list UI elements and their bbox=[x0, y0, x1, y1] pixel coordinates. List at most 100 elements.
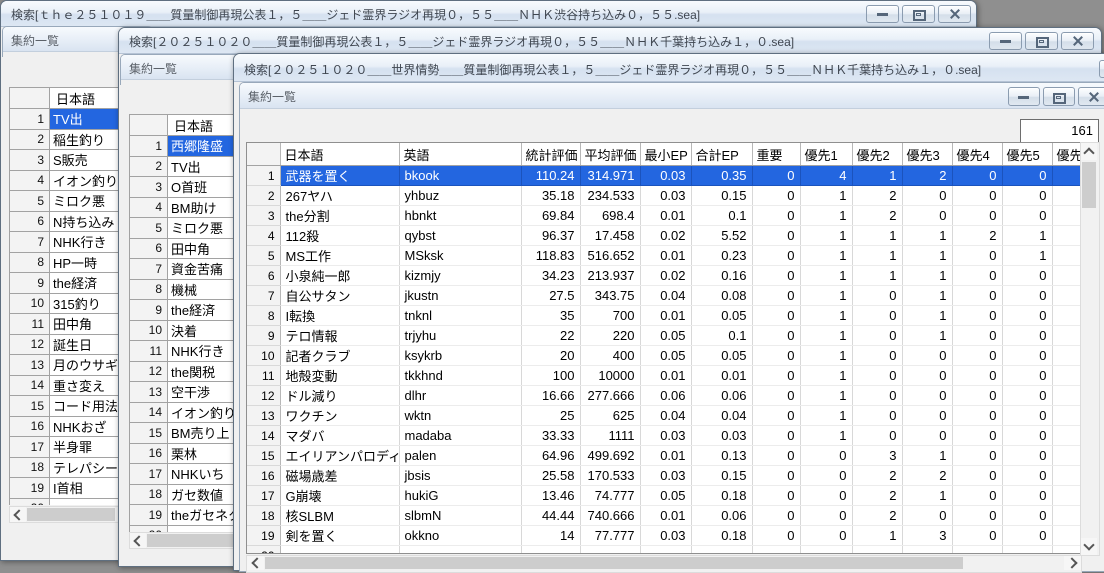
table-row[interactable]: 10記者クラブksykrb204000.050.05010000 bbox=[247, 346, 1082, 366]
scroll-down-arrow-icon[interactable] bbox=[1081, 538, 1097, 555]
scroll-left-arrow-icon[interactable] bbox=[130, 533, 146, 548]
list-item[interactable]: 4イオン釣り bbox=[10, 170, 135, 191]
list-item[interactable]: 8HP一時 bbox=[10, 252, 135, 273]
maximize-button[interactable] bbox=[902, 5, 935, 23]
list-item[interactable]: 13月のウサギ bbox=[10, 355, 135, 376]
scroll-left-arrow-icon[interactable] bbox=[10, 507, 26, 522]
minimize-button[interactable] bbox=[866, 5, 899, 23]
scroll-right-arrow-icon[interactable] bbox=[1064, 556, 1081, 570]
table-row[interactable]: 15エイリアンパロディpalen64.96499.6920.010.130031… bbox=[247, 446, 1082, 466]
list-item[interactable]: 10315釣り bbox=[10, 293, 135, 314]
table-row[interactable]: 1武器を置くbkook110.24314.9710.030.35041200 bbox=[247, 166, 1082, 186]
scroll-up-arrow-icon[interactable] bbox=[1081, 143, 1097, 160]
minimize-button[interactable] bbox=[989, 32, 1022, 50]
table-row[interactable]: 3the分割hbnkt69.84698.40.010.1012000 bbox=[247, 206, 1082, 226]
column-header[interactable]: 優先2 bbox=[852, 143, 902, 166]
table-row[interactable]: 4112殺qybst96.3717.4580.025.52011121 bbox=[247, 226, 1082, 246]
list-item[interactable]: 8機械 bbox=[130, 279, 248, 300]
table-row[interactable]: 2267ヤハyhbuz35.18234.5330.030.15012000 bbox=[247, 186, 1082, 206]
list-item[interactable]: 5ミロク悪 bbox=[130, 218, 248, 239]
window-1-titlebar[interactable]: 検索[ｔｈｅ２５１０１９＿＿質量制御再現公表１，５＿＿ジェド霊界ラジオ再現０，５… bbox=[1, 1, 976, 27]
scroll-left-arrow-icon[interactable] bbox=[247, 556, 264, 570]
scroll-thumb[interactable] bbox=[265, 557, 963, 569]
minimize-button[interactable] bbox=[1099, 60, 1104, 78]
list-2-hscrollbar[interactable] bbox=[129, 532, 249, 549]
window-3-titlebar[interactable]: 検索[２０２５１０２０＿＿世界情勢＿＿質量制御再現公表１，５＿＿ジェド霊界ラジオ… bbox=[234, 54, 1104, 82]
column-header[interactable]: 英語 bbox=[399, 143, 521, 166]
table-row[interactable]: 18核SLBMslbmN44.44740.6660.010.06002000 bbox=[247, 506, 1082, 526]
list-item[interactable]: 11NHK行き bbox=[130, 341, 248, 362]
list-item[interactable]: 2稲生釣り bbox=[10, 129, 135, 150]
list-item[interactable]: 6N持ち込み bbox=[10, 211, 135, 232]
list-item[interactable]: 11田中角 bbox=[10, 314, 135, 335]
column-header[interactable]: 優先 bbox=[1052, 143, 1082, 166]
table-row[interactable]: 19剣を置くokkno1477.7770.030.18001300 bbox=[247, 526, 1082, 546]
table-row[interactable]: 5MS工作MSksk118.83516.6520.010.23011101 bbox=[247, 246, 1082, 266]
scroll-thumb[interactable] bbox=[147, 534, 233, 547]
maximize-button[interactable] bbox=[1043, 87, 1075, 106]
table-row[interactable]: 12ドル減りdlhr16.66277.6660.060.06010000 bbox=[247, 386, 1082, 406]
close-button[interactable] bbox=[1078, 87, 1104, 106]
column-header[interactable]: 重要 bbox=[752, 143, 800, 166]
column-header[interactable]: 優先5 bbox=[1002, 143, 1052, 166]
table-row[interactable]: 6小泉純一郎kizmjy34.23213.9370.020.16011100 bbox=[247, 266, 1082, 286]
maximize-button[interactable] bbox=[1025, 32, 1058, 50]
table-row[interactable]: 7自公サタンjkustn27.5343.750.040.08010100 bbox=[247, 286, 1082, 306]
minimize-button[interactable] bbox=[1008, 87, 1040, 106]
column-header[interactable]: 日本語 bbox=[280, 143, 399, 166]
list-item[interactable]: 5ミロク悪 bbox=[10, 191, 135, 212]
list-item[interactable]: 20 bbox=[130, 525, 248, 532]
list-item[interactable]: 19theガセネタ bbox=[130, 505, 248, 526]
list-item[interactable]: 3S販売 bbox=[10, 150, 135, 171]
list-item[interactable]: 1TV出 bbox=[10, 109, 135, 130]
list-item[interactable]: 7NHK行き bbox=[10, 232, 135, 253]
table-row[interactable]: 9テロ情報trjyhu222200.050.1010100 bbox=[247, 326, 1082, 346]
list-item[interactable]: 6田中角 bbox=[130, 238, 248, 259]
column-header[interactable]: 優先1 bbox=[800, 143, 852, 166]
list-item[interactable]: 14イオン釣り bbox=[130, 402, 248, 423]
list-item[interactable]: 12the関税 bbox=[130, 361, 248, 382]
scroll-thumb[interactable] bbox=[1082, 162, 1096, 208]
close-button[interactable] bbox=[938, 5, 971, 23]
list-item[interactable]: 1西郷隆盛 bbox=[130, 136, 248, 157]
list-item[interactable]: 15コード用法 bbox=[10, 396, 135, 417]
table-row[interactable]: 8I転換tnknl357000.010.05010100 bbox=[247, 306, 1082, 326]
list-item[interactable]: 9the経済 bbox=[130, 300, 248, 321]
list-item[interactable]: 12誕生日 bbox=[10, 334, 135, 355]
list-item[interactable]: 7資金苦痛 bbox=[130, 259, 248, 280]
column-header[interactable]: 優先3 bbox=[902, 143, 952, 166]
window-2-titlebar[interactable]: 検索[２０２５１０２０＿＿質量制御再現公表１，５＿＿ジェド霊界ラジオ再現０，５５… bbox=[119, 28, 1101, 54]
list-item[interactable]: 17半身罪 bbox=[10, 437, 135, 458]
table-vscrollbar[interactable] bbox=[1080, 142, 1100, 556]
table-row[interactable]: 11地殻変動tkkhnd100100000.010.01010000 bbox=[247, 366, 1082, 386]
table-hscrollbar[interactable] bbox=[246, 555, 1082, 573]
column-header[interactable]: 優先4 bbox=[952, 143, 1002, 166]
list-item[interactable]: 2TV出 bbox=[130, 156, 248, 177]
list-item[interactable]: 10決着 bbox=[130, 320, 248, 341]
list-item[interactable]: 18ガセ数値 bbox=[130, 484, 248, 505]
list-item[interactable]: 16NHKおざ bbox=[10, 416, 135, 437]
scroll-thumb[interactable] bbox=[27, 508, 115, 521]
list-item[interactable]: 9the経済 bbox=[10, 273, 135, 294]
list-item[interactable]: 4BM助け bbox=[130, 197, 248, 218]
column-header[interactable]: 統計評価 bbox=[521, 143, 580, 166]
list-item[interactable]: 3O首班 bbox=[130, 177, 248, 198]
list-item[interactable]: 13空干渉 bbox=[130, 382, 248, 403]
table-row[interactable]: 20 bbox=[247, 546, 1082, 555]
list-item[interactable]: 14重さ変え bbox=[10, 375, 135, 396]
list-item[interactable]: 16栗林 bbox=[130, 443, 248, 464]
table-row[interactable]: 17G崩壊hukiG13.4674.7770.050.18002100 bbox=[247, 486, 1082, 506]
column-header[interactable]: 合計EP bbox=[691, 143, 752, 166]
list-item[interactable]: 19I首相 bbox=[10, 478, 135, 499]
table-row[interactable]: 13ワクチンwktn256250.040.04010000 bbox=[247, 406, 1082, 426]
list-item[interactable]: 18テレパシー bbox=[10, 457, 135, 478]
table-row[interactable]: 16磁場歳差jbsis25.58170.5330.030.15002200 bbox=[247, 466, 1082, 486]
close-button[interactable] bbox=[1061, 32, 1094, 50]
column-header[interactable]: 最小EP bbox=[640, 143, 691, 166]
column-header[interactable]: 平均評価 bbox=[580, 143, 640, 166]
list-item[interactable]: 17NHKいち bbox=[130, 464, 248, 485]
panel-3-titlebar[interactable]: 集約一覧 bbox=[240, 83, 1104, 109]
list-item[interactable]: 20 bbox=[10, 498, 135, 505]
table-row[interactable]: 14マダバmadaba33.3311110.030.03010000 bbox=[247, 426, 1082, 446]
list-item[interactable]: 15BM売り上 bbox=[130, 423, 248, 444]
